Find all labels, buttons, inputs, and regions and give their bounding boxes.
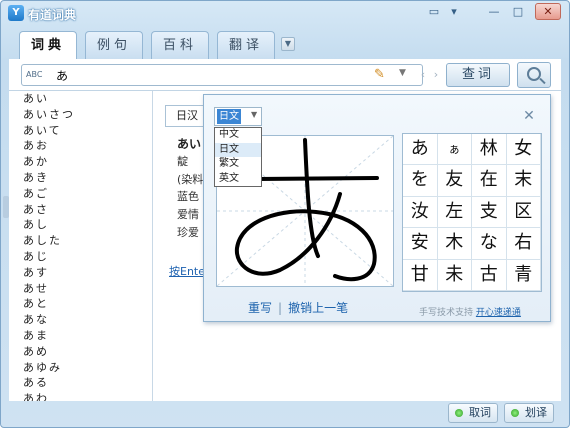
capture-word-button[interactable]: 取词 bbox=[448, 403, 498, 423]
tab-dictionary[interactable]: 词典 bbox=[19, 31, 77, 60]
word-list-item[interactable]: あいて bbox=[9, 123, 152, 139]
status-dot-icon bbox=[511, 409, 519, 417]
tab-examples[interactable]: 例句 bbox=[85, 31, 143, 59]
candidate-char[interactable]: 安 bbox=[403, 228, 438, 260]
candidate-char[interactable]: 区 bbox=[506, 196, 541, 229]
search-toolbar: ABC ✎ ▼ ‹ › 查词 bbox=[9, 59, 561, 91]
app-logo-icon: Y bbox=[8, 5, 24, 21]
candidate-char[interactable]: 汝 bbox=[403, 196, 438, 229]
forward-icon[interactable]: › bbox=[428, 65, 444, 85]
tab-encyclopedia[interactable]: 百科 bbox=[151, 31, 209, 59]
word-list-item[interactable]: あお bbox=[9, 138, 152, 154]
lang-option-japanese[interactable]: 日文 bbox=[215, 142, 261, 157]
definition-line: 珍爱 bbox=[177, 226, 199, 239]
status-dot-icon bbox=[455, 409, 463, 417]
lookup-button[interactable]: 查词 bbox=[446, 63, 510, 87]
definition-line: 爱情 bbox=[177, 208, 199, 221]
search-box: ABC ✎ ▼ bbox=[21, 64, 423, 86]
lang-option-english[interactable]: 英文 bbox=[215, 172, 261, 187]
candidate-char[interactable]: 左 bbox=[437, 196, 472, 229]
handwriting-language-select[interactable]: 日文 ▼ bbox=[214, 107, 262, 126]
candidate-char[interactable]: 女 bbox=[506, 134, 541, 166]
word-list-item[interactable]: あご bbox=[9, 186, 152, 202]
handwriting-pen-icon[interactable]: ✎ bbox=[374, 67, 385, 82]
title-bar: Y 有道词典 ▭ ▾ — □ ✕ bbox=[1, 1, 569, 25]
chat-icon[interactable]: ▭ bbox=[425, 4, 443, 20]
word-list-item[interactable]: あし bbox=[9, 217, 152, 233]
skin-icon[interactable]: ▾ bbox=[445, 4, 463, 20]
lang-option-chinese[interactable]: 中文 bbox=[215, 128, 261, 143]
word-list-item[interactable]: あい bbox=[9, 91, 152, 107]
word-list-item[interactable]: あじ bbox=[9, 249, 152, 265]
candidate-char[interactable]: な bbox=[472, 228, 507, 260]
candidate-char[interactable]: あ bbox=[403, 134, 438, 166]
lang-option-traditional[interactable]: 繁文 bbox=[215, 157, 261, 172]
word-list-item[interactable]: あめ bbox=[9, 344, 152, 360]
candidate-char[interactable]: ぁ bbox=[437, 134, 472, 166]
minimize-icon[interactable]: — bbox=[485, 4, 503, 20]
abc-input-mode-icon[interactable]: ABC bbox=[26, 68, 50, 82]
headword: あい bbox=[177, 137, 202, 151]
word-list-item[interactable]: あと bbox=[9, 296, 152, 312]
handwriting-panel: 日文 ▼ ✕ 中文 日文 繁文 英文 あぁ林女を友在末汝左支区安木 な 右 甘 … bbox=[203, 94, 551, 322]
sidebar-collapse-handle[interactable] bbox=[3, 196, 9, 218]
candidate-char[interactable]: 木 bbox=[437, 228, 472, 260]
chevron-down-icon: ▼ bbox=[251, 110, 258, 119]
candidate-char[interactable]: 支 bbox=[472, 196, 507, 229]
definition-line: (染料 bbox=[177, 173, 204, 186]
handwriting-actions: 重写 | 撤销上一笔 bbox=[248, 301, 349, 315]
press-enter-link[interactable]: 按Ente bbox=[169, 263, 205, 279]
candidate-char[interactable]: 右 bbox=[506, 228, 541, 260]
handwriting-language-menu: 中文 日文 繁文 英文 bbox=[214, 127, 262, 187]
app-title: 有道词典 bbox=[28, 8, 77, 22]
search-input[interactable] bbox=[56, 67, 356, 83]
status-bar: 取词 划译 bbox=[1, 401, 569, 427]
word-list-item[interactable]: あゆみ bbox=[9, 360, 152, 376]
rewrite-link[interactable]: 重写 bbox=[248, 301, 272, 315]
close-icon[interactable]: ✕ bbox=[520, 107, 538, 125]
candidate-char[interactable]: 甘 bbox=[403, 259, 438, 291]
credit-link[interactable]: 开心速递通 bbox=[476, 308, 521, 318]
search-icon[interactable] bbox=[517, 62, 551, 88]
select-translate-button[interactable]: 划译 bbox=[504, 403, 554, 423]
definition-line: 靛 bbox=[177, 155, 188, 168]
candidate-char[interactable]: 青 bbox=[506, 259, 541, 291]
candidate-char[interactable]: を bbox=[403, 165, 438, 197]
word-list-item[interactable]: あした bbox=[9, 233, 152, 249]
candidate-char[interactable]: 未 bbox=[437, 259, 472, 291]
main-window: Y 有道词典 ▭ ▾ — □ ✕ 词典 例句 百科 翻译 ▼ ABC ✎ ▼ ‹… bbox=[0, 0, 570, 428]
history-dropdown-icon[interactable]: ▼ bbox=[399, 68, 406, 78]
word-list-item[interactable]: あいさつ bbox=[9, 107, 152, 123]
tab-translate[interactable]: 翻译 bbox=[217, 31, 275, 59]
word-list-item[interactable]: あま bbox=[9, 328, 152, 344]
word-list-item[interactable]: あさ bbox=[9, 202, 152, 218]
maximize-icon[interactable]: □ bbox=[509, 4, 527, 20]
word-list-item[interactable]: あき bbox=[9, 170, 152, 186]
tabs-more-icon[interactable]: ▼ bbox=[281, 37, 295, 51]
handwriting-language-value: 日文 bbox=[217, 109, 241, 124]
undo-stroke-link[interactable]: 撤销上一笔 bbox=[288, 301, 348, 315]
candidate-grid: あぁ林女を友在末汝左支区安木な右甘未古青 bbox=[402, 133, 542, 292]
handwriting-credit: 手写技术支持 开心速递通 bbox=[419, 308, 521, 318]
candidate-char[interactable]: 林 bbox=[472, 134, 507, 166]
word-list-item[interactable]: あせ bbox=[9, 281, 152, 297]
word-list: あい あいさつ あいて あお あか あき あご あさ あし あした あじ あす あせ あと あな あま あめ あゆ… bbox=[9, 91, 153, 401]
word-list-item[interactable]: あわ bbox=[9, 391, 152, 401]
word-list-item[interactable]: ある bbox=[9, 375, 152, 391]
close-icon[interactable]: ✕ bbox=[535, 3, 561, 20]
candidate-char[interactable]: 古 bbox=[472, 259, 507, 291]
candidate-char[interactable]: 在 bbox=[472, 165, 507, 197]
candidate-char[interactable]: 友 bbox=[437, 165, 472, 197]
word-list-item[interactable]: あな bbox=[9, 312, 152, 328]
word-list-item[interactable]: あか bbox=[9, 154, 152, 170]
candidate-char[interactable]: 末 bbox=[506, 165, 541, 197]
word-list-item[interactable]: あす bbox=[9, 265, 152, 281]
definition-line: 蓝色 bbox=[177, 190, 199, 203]
